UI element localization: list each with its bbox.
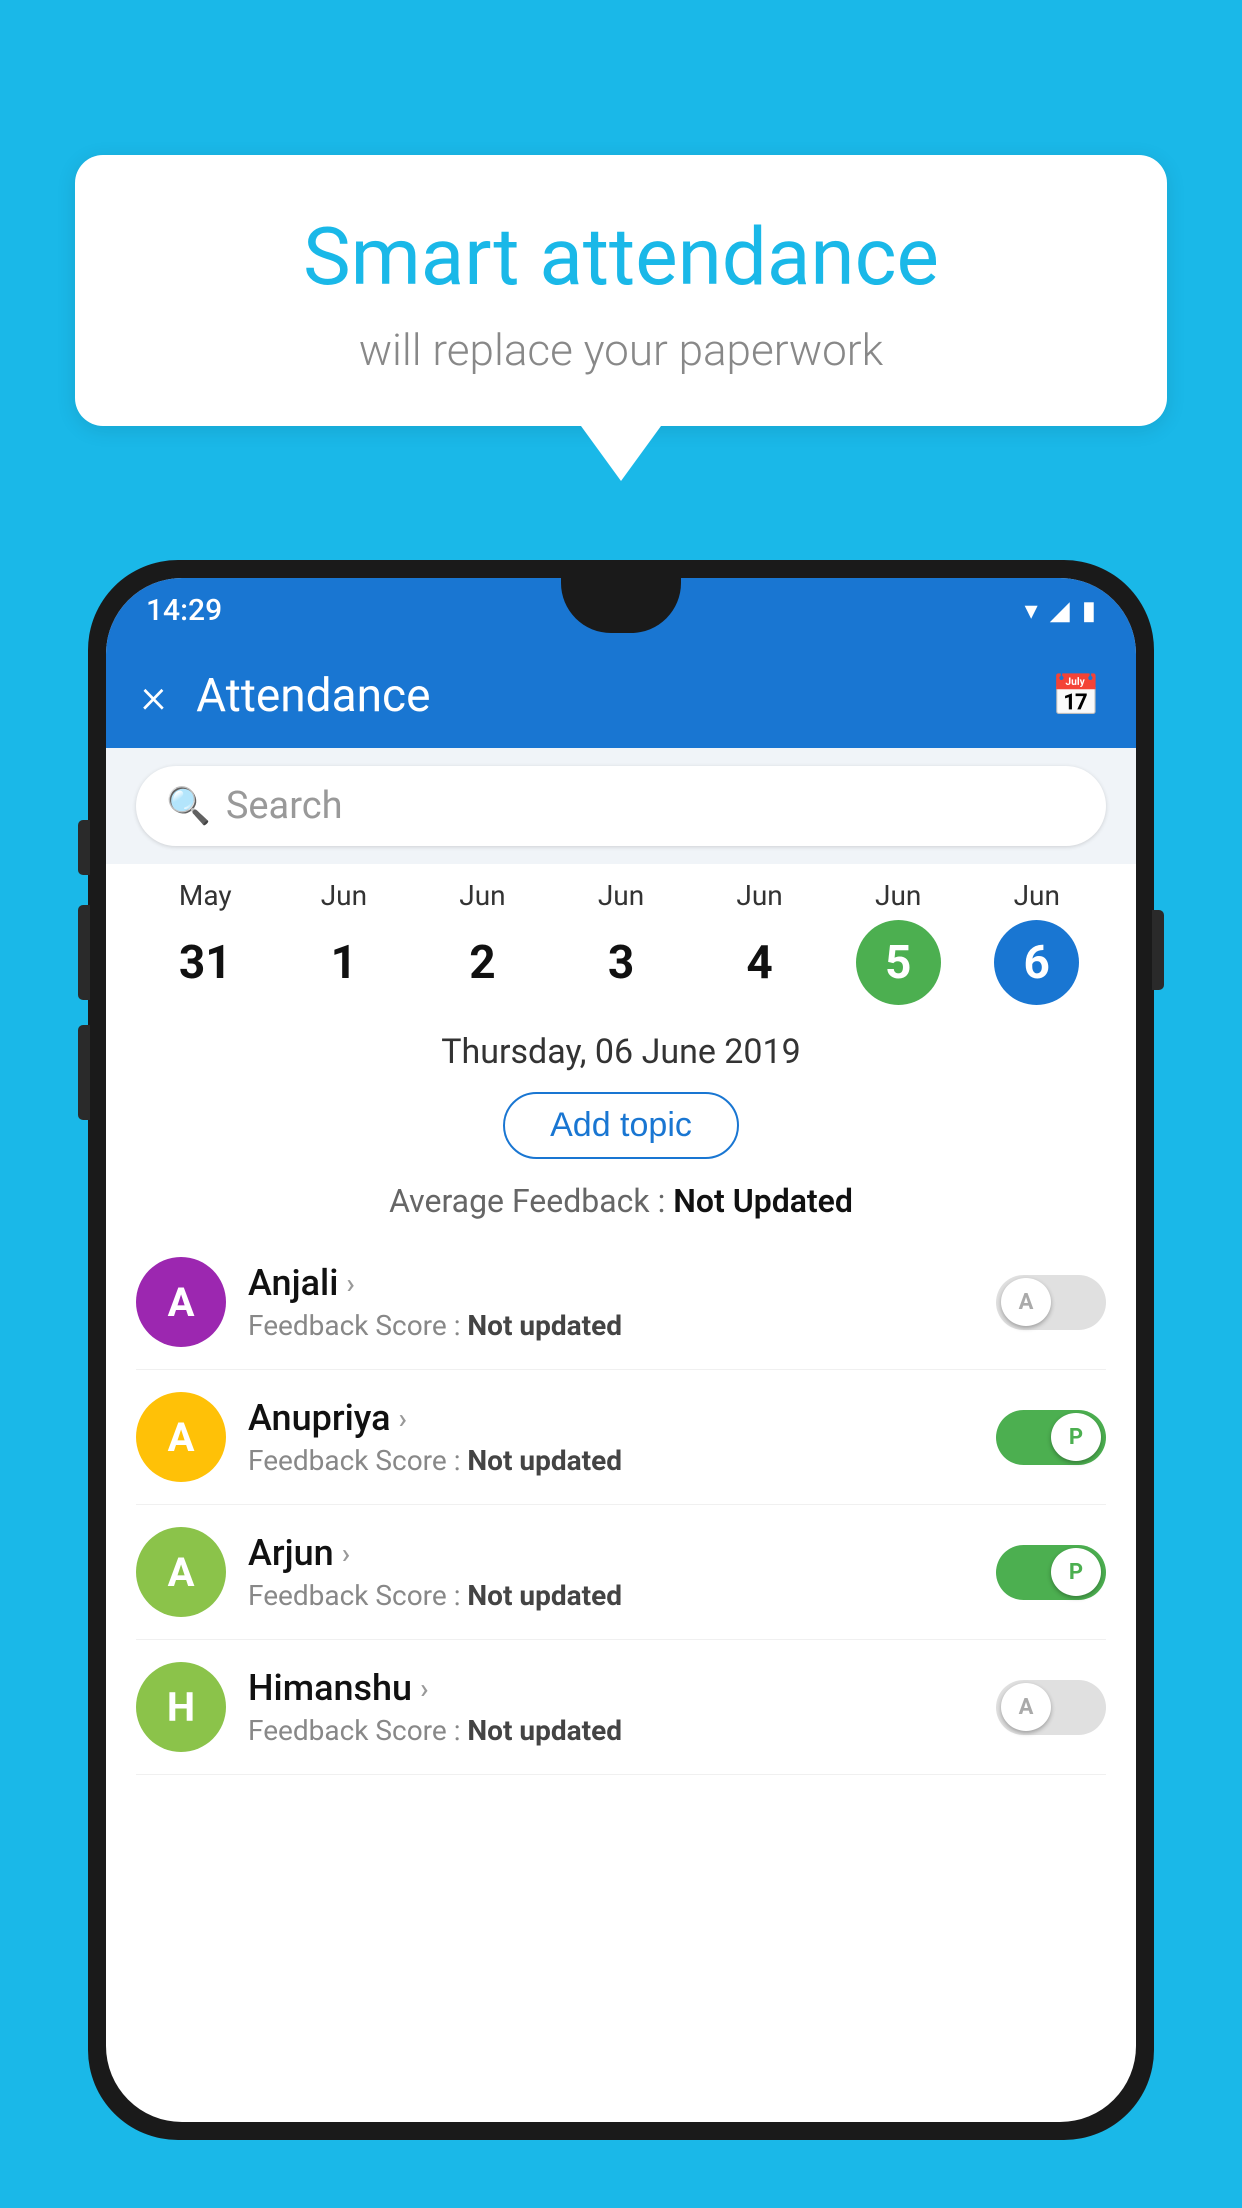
calendar-day-col[interactable]: Jun 6: [967, 879, 1106, 1005]
calendar-day-col[interactable]: Jun 4: [690, 879, 829, 1005]
student-avatar: A: [136, 1527, 226, 1617]
cal-day-number[interactable]: 31: [163, 920, 248, 1005]
phone-screen: 14:29 ▾ ◢ ▮ × Attendance 📅 🔍 Search: [106, 578, 1136, 2122]
student-name: Arjun ›: [248, 1532, 996, 1574]
chevron-icon: ›: [420, 1672, 428, 1705]
search-placeholder: Search: [226, 784, 343, 828]
calendar-day-col[interactable]: Jun 1: [275, 879, 414, 1005]
cal-month-label: Jun: [321, 879, 367, 912]
calendar-day-col[interactable]: Jun 3: [552, 879, 691, 1005]
speech-bubble: Smart attendance will replace your paper…: [75, 155, 1167, 426]
phone-left-button-2: [78, 905, 90, 1000]
cal-day-number[interactable]: 1: [301, 920, 386, 1005]
add-topic-button[interactable]: Add topic: [503, 1092, 739, 1159]
cal-month-label: Jun: [1014, 879, 1060, 912]
cal-month-label: May: [179, 879, 232, 912]
toggle-container[interactable]: A: [996, 1680, 1106, 1735]
student-item[interactable]: AAnjali ›Feedback Score : Not updatedA: [136, 1235, 1106, 1370]
student-info: Arjun › Feedback Score : Not updated: [248, 1532, 996, 1612]
chevron-icon: ›: [346, 1267, 354, 1300]
student-info: Anjali › Feedback Score : Not updated: [248, 1262, 996, 1342]
search-container: 🔍 Search: [106, 748, 1136, 864]
phone-outer: 14:29 ▾ ◢ ▮ × Attendance 📅 🔍 Search: [88, 560, 1154, 2140]
cal-month-label: Jun: [875, 879, 921, 912]
cal-month-label: Jun: [736, 879, 782, 912]
phone-container: 14:29 ▾ ◢ ▮ × Attendance 📅 🔍 Search: [88, 560, 1154, 2208]
toggle-knob: P: [1051, 1413, 1101, 1461]
status-icons: ▾ ◢ ▮: [1025, 596, 1096, 626]
attendance-toggle[interactable]: A: [996, 1680, 1106, 1735]
student-item[interactable]: A Anupriya › Feedback Score : Not updated P: [136, 1370, 1106, 1505]
signal-icon: ◢: [1050, 596, 1070, 626]
battery-icon: ▮: [1082, 596, 1096, 626]
search-bar[interactable]: 🔍 Search: [136, 766, 1106, 846]
calendar-row: May 31 Jun 1 Jun 2 Jun 3 Jun 4 Jun 5 Jun 6: [106, 864, 1136, 1010]
student-name: Himanshu ›: [248, 1667, 996, 1709]
feedback-score: Feedback Score : Not updated: [248, 1444, 996, 1477]
wifi-icon: ▾: [1025, 596, 1038, 626]
toggle-knob: P: [1051, 1548, 1101, 1596]
feedback-score: Feedback Score : Not updated: [248, 1579, 996, 1612]
student-item[interactable]: A Arjun › Feedback Score : Not updated P: [136, 1505, 1106, 1640]
average-feedback: Average Feedback : Not Updated: [106, 1177, 1136, 1235]
calendar-icon[interactable]: 📅: [1051, 672, 1101, 719]
avg-feedback-label: Average Feedback :: [389, 1182, 673, 1220]
attendance-toggle[interactable]: A: [996, 1275, 1106, 1330]
cal-day-number[interactable]: 2: [440, 920, 525, 1005]
chevron-icon: ›: [399, 1402, 407, 1435]
app-bar-title: Attendance: [196, 669, 1051, 723]
chevron-icon: ›: [342, 1537, 350, 1570]
phone-left-button-1: [78, 820, 90, 875]
feedback-score: Feedback Score : Not updated: [248, 1714, 996, 1747]
app-bar: × Attendance 📅: [106, 643, 1136, 748]
student-avatar: H: [136, 1662, 226, 1752]
toggle-container[interactable]: P: [996, 1410, 1106, 1465]
toggle-knob: A: [1001, 1278, 1051, 1326]
close-button[interactable]: ×: [141, 667, 166, 724]
student-item[interactable]: H Himanshu › Feedback Score : Not updatedA: [136, 1640, 1106, 1775]
add-topic-container: Add topic: [106, 1082, 1136, 1177]
avg-feedback-value: Not Updated: [673, 1182, 853, 1220]
status-time: 14:29: [146, 593, 222, 628]
cal-day-number[interactable]: 4: [717, 920, 802, 1005]
student-info: Himanshu › Feedback Score : Not updated: [248, 1667, 996, 1747]
speech-bubble-container: Smart attendance will replace your paper…: [75, 155, 1167, 481]
phone-left-button-3: [78, 1025, 90, 1120]
calendar-day-col[interactable]: Jun 5: [829, 879, 968, 1005]
attendance-toggle[interactable]: P: [996, 1545, 1106, 1600]
student-list: AAnjali ›Feedback Score : Not updatedAAA…: [106, 1235, 1136, 1775]
student-name: Anupriya ›: [248, 1397, 996, 1439]
phone-right-button: [1152, 910, 1164, 990]
speech-bubble-tail: [581, 426, 661, 481]
speech-bubble-title: Smart attendance: [135, 210, 1107, 304]
feedback-score: Feedback Score : Not updated: [248, 1309, 996, 1342]
student-avatar: A: [136, 1392, 226, 1482]
attendance-toggle[interactable]: P: [996, 1410, 1106, 1465]
toggle-container[interactable]: A: [996, 1275, 1106, 1330]
cal-day-number[interactable]: 6: [994, 920, 1079, 1005]
toggle-knob: A: [1001, 1683, 1051, 1731]
calendar-day-col[interactable]: Jun 2: [413, 879, 552, 1005]
cal-day-number[interactable]: 5: [856, 920, 941, 1005]
student-avatar: A: [136, 1257, 226, 1347]
toggle-container[interactable]: P: [996, 1545, 1106, 1600]
cal-month-label: Jun: [598, 879, 644, 912]
student-info: Anupriya › Feedback Score : Not updated: [248, 1397, 996, 1477]
selected-date: Thursday, 06 June 2019: [106, 1010, 1136, 1082]
search-icon: 🔍: [166, 785, 211, 827]
calendar-day-col[interactable]: May 31: [136, 879, 275, 1005]
cal-month-label: Jun: [459, 879, 505, 912]
speech-bubble-subtitle: will replace your paperwork: [135, 324, 1107, 376]
cal-day-number[interactable]: 3: [579, 920, 664, 1005]
student-name: Anjali ›: [248, 1262, 996, 1304]
